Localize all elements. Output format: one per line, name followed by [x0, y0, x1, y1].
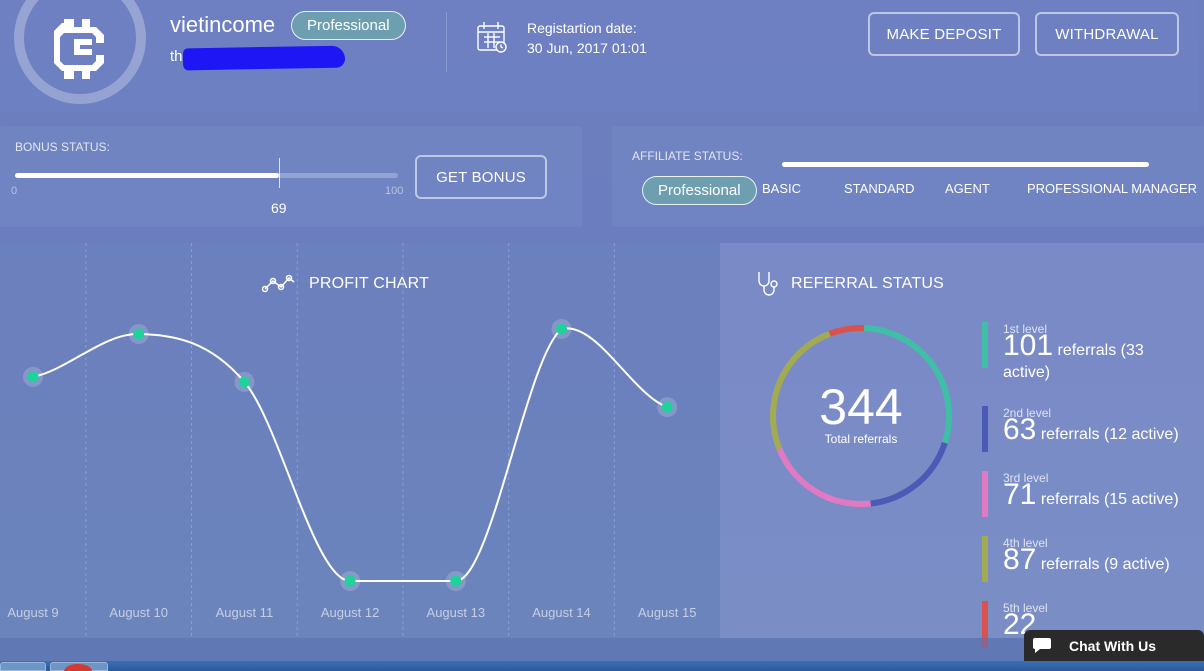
taskbar-start-button[interactable] [0, 662, 46, 671]
affiliate-level-basic: BASIC [762, 181, 802, 196]
data-point[interactable] [661, 401, 673, 413]
total-referrals-label: Total referrals [824, 432, 898, 446]
affiliate-level-standard: STANDARD [844, 181, 915, 196]
data-point[interactable] [344, 575, 356, 587]
affiliate-status-panel: AFFILIATE STATUS: Professional BASIC STA… [612, 126, 1204, 227]
affiliate-level-agent: AGENT [945, 181, 990, 196]
x-tick-label: August 15 [637, 605, 697, 620]
referral-level-color-bar [982, 406, 988, 452]
referral-level-description: referrals (9 active) [1036, 556, 1170, 573]
affiliate-status-label: AFFILIATE STATUS: [632, 149, 743, 163]
registration-label: Registartion date: [527, 20, 637, 36]
referral-level-row: 4th level 87 referrals (9 active) [982, 536, 1192, 582]
username: vietincome [170, 12, 276, 37]
referral-level-count: 71 [1003, 478, 1037, 511]
referral-status-panel: REFERRAL STATUS 344 Total referrals 1st … [720, 243, 1204, 647]
referral-status-title: REFERRAL STATUS [791, 275, 944, 292]
bonus-min: 0 [11, 185, 18, 197]
referral-level-text: 101 referrals (33 active) [1003, 331, 1193, 384]
profit-chart-panel: PROFIT CHART August 9 August 10 August 11 A… [0, 243, 720, 638]
calendar-icon [477, 22, 507, 53]
affiliate-current-badge: Professional [642, 176, 757, 205]
referral-level-row: 3rd level 71 referrals (15 active) [982, 471, 1192, 517]
referral-level-count: 101 [1003, 329, 1054, 362]
email-text: th [170, 48, 183, 65]
x-tick-label: August 9 [7, 605, 59, 620]
brand-logo-icon [54, 19, 104, 79]
data-point[interactable] [27, 371, 39, 383]
bonus-max: 100 [385, 185, 404, 197]
data-point[interactable] [556, 323, 567, 335]
bonus-status-panel: BONUS STATUS: 0 100 69 GET BONUS [0, 126, 582, 227]
stethoscope-icon [758, 272, 778, 296]
bonus-status-label: BONUS STATUS: [15, 140, 110, 154]
referral-level-text: 71 referrals (15 active) [1003, 480, 1193, 511]
referral-level-description: referrals (12 active) [1036, 426, 1179, 443]
chat-widget-button[interactable]: Chat With Us [1024, 630, 1204, 661]
total-referrals-count: 344 [819, 379, 903, 435]
x-tick-label: August 11 [215, 605, 274, 620]
divider [446, 12, 447, 72]
referral-level-row: 1st level 101 referrals (33 active) [982, 322, 1192, 381]
chat-bubble-icon [1033, 638, 1051, 653]
withdrawal-button[interactable]: WITHDRAWAL [1035, 12, 1179, 56]
data-point[interactable] [238, 376, 250, 388]
x-tick-label: August 14 [532, 605, 591, 620]
affiliate-level-professional-manager: PROFESSIONAL MANAGER [1027, 181, 1197, 196]
make-deposit-button[interactable]: MAKE DEPOSIT [868, 12, 1020, 56]
chat-label: Chat With Us [1069, 637, 1156, 654]
bonus-progress-fill [15, 173, 280, 178]
referral-level-text: 87 referrals (9 active) [1003, 545, 1193, 576]
referral-level-count: 63 [1003, 413, 1037, 446]
x-tick-label: August 13 [426, 605, 486, 620]
os-taskbar [0, 661, 1204, 671]
referral-level-color-bar [982, 536, 988, 582]
x-tick-label: August 10 [109, 605, 168, 620]
referral-level-count: 87 [1003, 543, 1037, 576]
profit-chart-plot [23, 243, 678, 638]
get-bonus-button[interactable]: GET BONUS [415, 155, 547, 199]
status-badge: Professional [291, 11, 406, 40]
profile-header: vietincome Professional th Registartion … [0, 0, 1198, 111]
data-point[interactable] [133, 328, 145, 340]
avatar [14, 0, 146, 104]
profit-series-line [32, 327, 668, 582]
bonus-value: 69 [271, 200, 287, 216]
referral-level-description: referrals (15 active) [1036, 491, 1179, 508]
data-point[interactable] [450, 575, 462, 587]
registration-date: 30 Jun, 2017 01:01 [527, 40, 647, 56]
redaction-mark [182, 45, 346, 71]
x-tick-label: August 12 [320, 605, 380, 620]
referral-level-text: 63 referrals (12 active) [1003, 415, 1193, 446]
bonus-progress-track [15, 173, 398, 178]
browser-app-icon [64, 664, 92, 671]
bonus-progress-marker [279, 158, 280, 188]
referral-level-color-bar [982, 471, 988, 517]
referral-level-color-bar [982, 322, 988, 368]
affiliate-progress-track [782, 162, 1149, 167]
referral-level-row: 2nd level 63 referrals (12 active) [982, 406, 1192, 452]
